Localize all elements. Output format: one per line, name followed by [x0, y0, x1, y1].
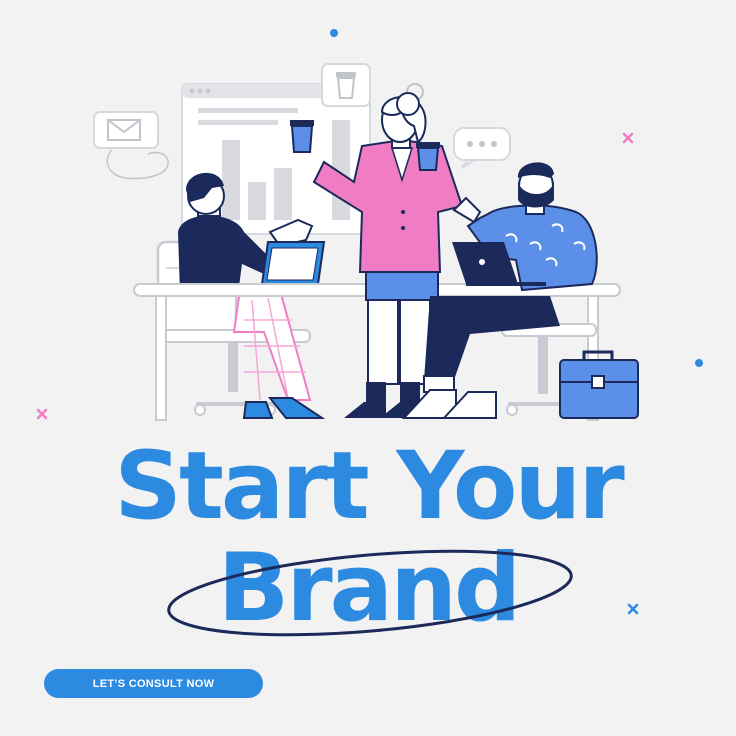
headline-line-2: Brand	[217, 534, 522, 643]
decor-dot	[330, 29, 338, 37]
decor-cross	[622, 132, 634, 144]
headline-line-1: Start Your	[114, 432, 624, 541]
decor-dot	[695, 359, 703, 367]
consult-button[interactable]: LET’S CONSULT NOW	[44, 669, 263, 698]
coffee-cup-icon	[290, 120, 314, 153]
coffee-cup-icon	[416, 142, 440, 171]
envelope-icon	[93, 111, 169, 180]
chat-dots-icon	[453, 127, 511, 169]
briefcase-icon	[559, 350, 639, 419]
decor-cross	[36, 408, 48, 420]
tablet	[260, 241, 326, 285]
